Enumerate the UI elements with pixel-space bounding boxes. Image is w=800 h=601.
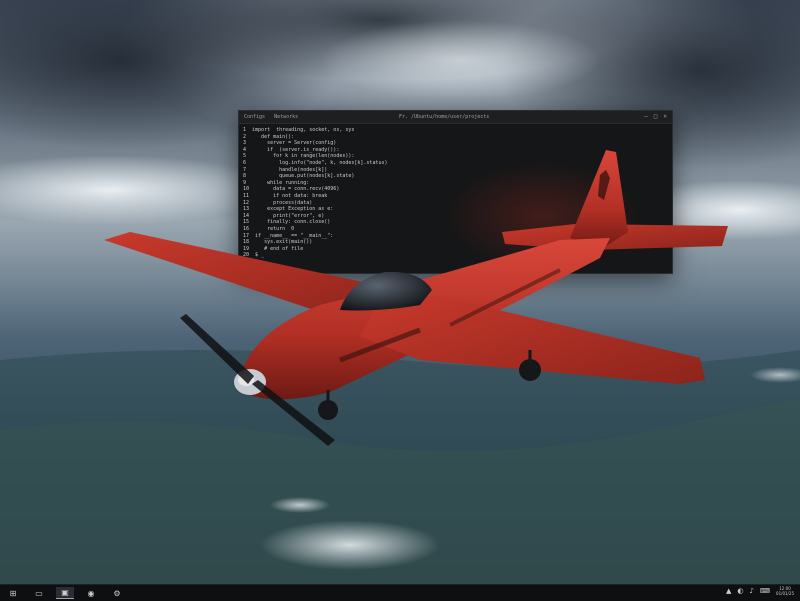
network-icon[interactable]: ◐ bbox=[737, 587, 743, 595]
start-button[interactable]: ⊞ bbox=[4, 588, 22, 599]
files-button[interactable]: ▭ bbox=[30, 588, 48, 599]
airplane-illustration bbox=[104, 150, 728, 446]
keyboard-icon[interactable]: ⌨ bbox=[760, 587, 770, 595]
gear-icon: ⚙ bbox=[113, 588, 121, 598]
landing-wheel bbox=[318, 400, 338, 420]
browser-button[interactable]: ◉ bbox=[82, 588, 100, 599]
settings-button[interactable]: ⚙ bbox=[108, 588, 126, 599]
start-icon: ⊞ bbox=[9, 588, 17, 598]
propeller-blade bbox=[180, 314, 254, 384]
terminal-button[interactable]: ▣ bbox=[56, 587, 74, 599]
taskbar: ⊞ ▭ ▣ ◉ ⚙ ▲ ◐ ♪ ⌨ 12:00 01/01/25 bbox=[0, 584, 800, 601]
taskbar-apps: ⊞ ▭ ▣ ◉ ⚙ bbox=[4, 587, 126, 599]
system-tray: ▲ ◐ ♪ ⌨ 12:00 01/01/25 bbox=[726, 586, 794, 596]
tray-expand-icon[interactable]: ▲ bbox=[726, 587, 731, 595]
volume-icon[interactable]: ♪ bbox=[749, 587, 753, 595]
folder-icon: ▭ bbox=[35, 588, 43, 598]
vertical-stabilizer bbox=[570, 150, 628, 250]
landing-wheel bbox=[519, 359, 541, 381]
terminal-icon: ▣ bbox=[61, 588, 69, 597]
clock-date: 01/01/25 bbox=[776, 591, 794, 596]
clock[interactable]: 12:00 01/01/25 bbox=[776, 586, 794, 596]
browser-icon: ◉ bbox=[87, 588, 95, 598]
canopy bbox=[340, 271, 432, 311]
